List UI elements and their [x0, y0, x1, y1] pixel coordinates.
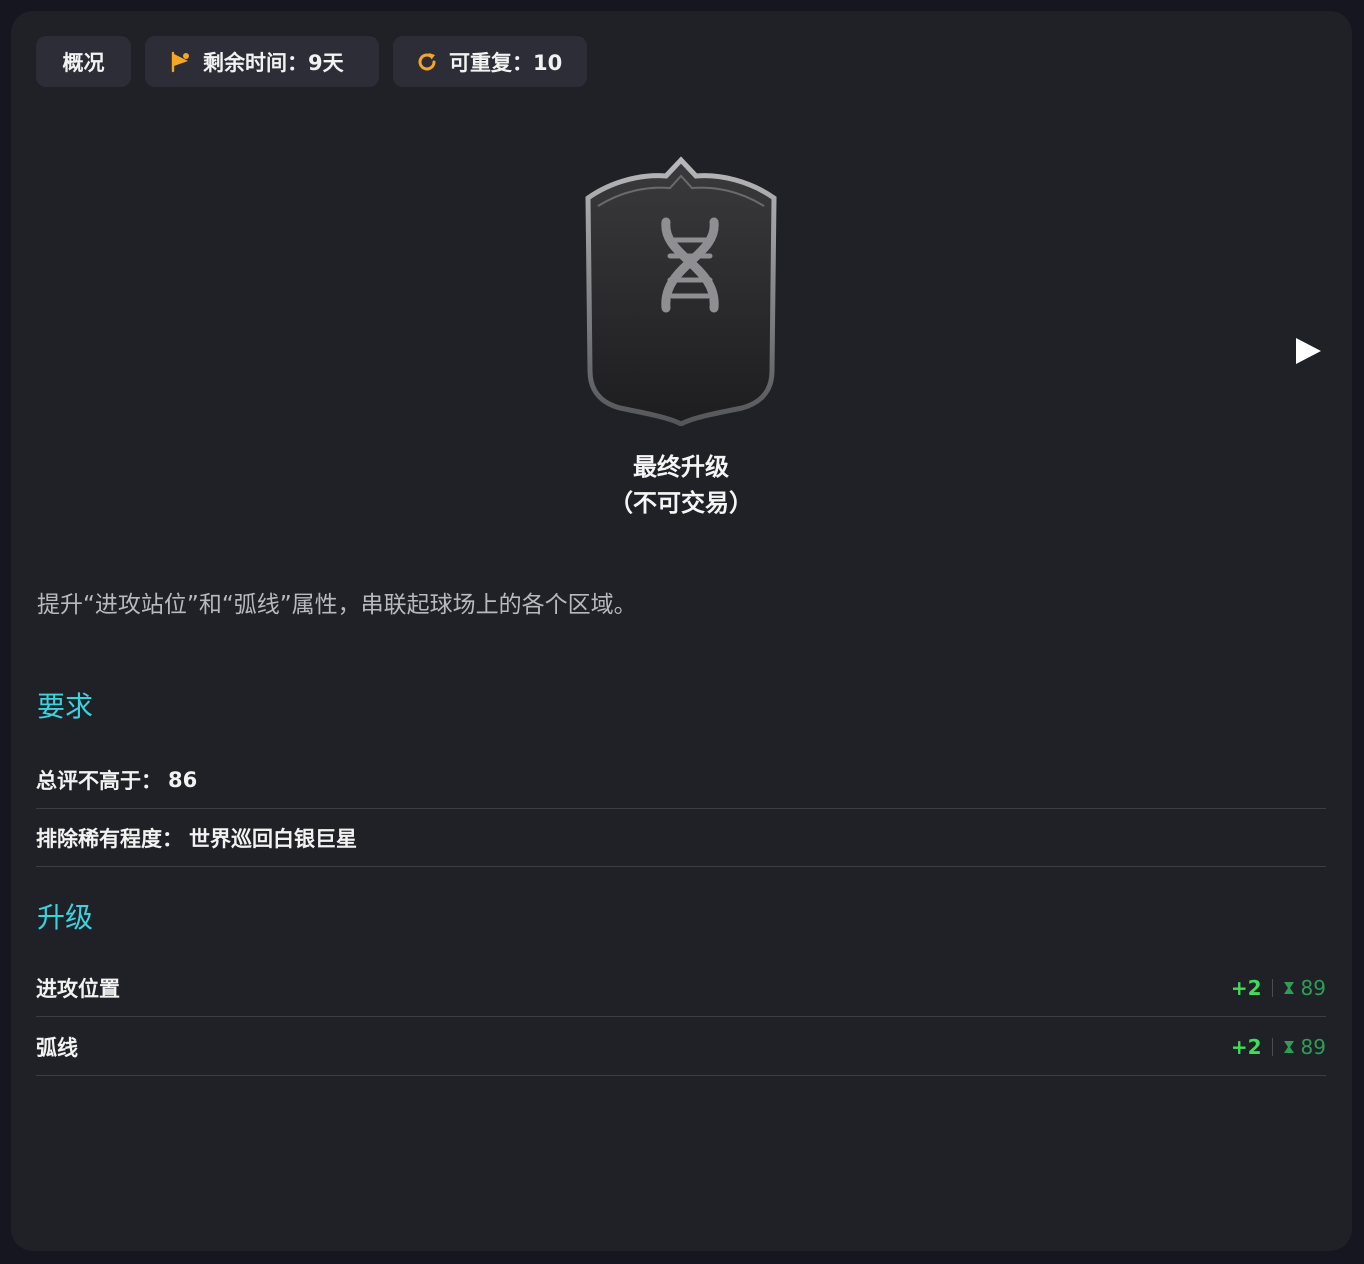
upgrade-label: 进攻位置 [36, 976, 120, 1001]
hourglass-icon [1283, 981, 1295, 995]
next-arrow-button[interactable] [1292, 335, 1324, 367]
time-remaining-label: 剩余时间：9天 [203, 50, 344, 75]
evolution-description: 提升“进攻站位”和“弧线”属性，串联起球场上的各个区域。 [37, 592, 637, 618]
upgrade-delta: +2 [1230, 1034, 1262, 1059]
upgrades-heading: 升级 [37, 901, 94, 934]
play-arrow-icon [1296, 338, 1321, 364]
evolution-panel: 概况 剩余时间：9天 可重复：10 最终升级 （不可交易） 提升“进攻站位”和“… [11, 11, 1352, 1251]
upgrade-row: 弧线 +2 89 [36, 1018, 1326, 1076]
divider [1271, 1037, 1273, 1056]
overview-tab[interactable]: 概况 [36, 36, 131, 87]
requirement-value: 86 [168, 767, 198, 792]
requirement-label: 总评不高于： [36, 768, 162, 793]
upgrade-stats: +2 89 [1231, 1035, 1326, 1059]
requirement-value: 世界巡回白银巨星 [189, 826, 357, 851]
requirements-heading: 要求 [37, 690, 94, 723]
flag-icon [169, 50, 193, 74]
upgrade-stats: +2 89 [1231, 976, 1326, 1000]
upgrade-cap: 89 [1300, 975, 1326, 1000]
upgrade-row: 进攻位置 +2 89 [36, 959, 1326, 1017]
requirement-row: 总评不高于： 86 [36, 751, 1326, 809]
repeatable-chip: 可重复：10 [393, 36, 587, 87]
card-subtitle: （不可交易） [609, 489, 753, 517]
upgrade-delta: +2 [1230, 975, 1262, 1000]
hourglass-icon [1283, 1040, 1295, 1054]
evolution-badge [585, 156, 777, 426]
divider [1271, 978, 1273, 997]
requirement-label: 排除稀有程度： [36, 826, 183, 851]
time-remaining-chip: 剩余时间：9天 [145, 36, 379, 87]
repeatable-label: 可重复：10 [449, 50, 563, 75]
upgrade-cap: 89 [1300, 1034, 1326, 1059]
card-title: 最终升级 [633, 453, 729, 481]
refresh-icon [415, 50, 439, 74]
upgrade-label: 弧线 [36, 1035, 78, 1060]
overview-label: 概况 [62, 50, 105, 75]
requirement-row: 排除稀有程度： 世界巡回白银巨星 [36, 809, 1326, 867]
